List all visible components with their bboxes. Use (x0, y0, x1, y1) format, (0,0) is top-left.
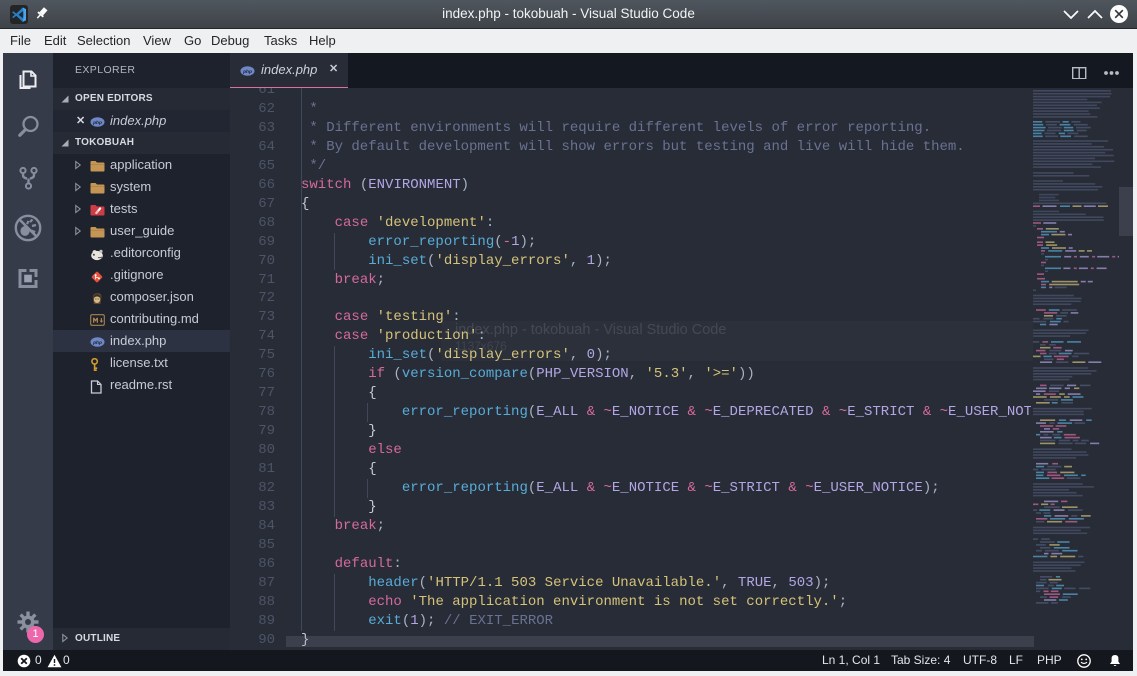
svg-text:php: php (242, 69, 252, 75)
svg-text:php: php (92, 119, 102, 125)
svg-text:php: php (92, 339, 102, 345)
